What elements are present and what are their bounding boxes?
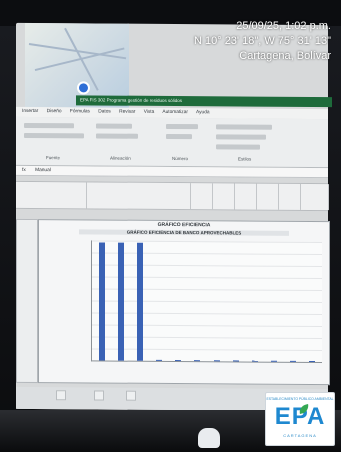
chart-bar[interactable] bbox=[290, 360, 297, 362]
chart-bar[interactable] bbox=[136, 243, 143, 361]
excel-titlebar: EPA FIS 302 Programa gestión de residuos… bbox=[76, 95, 332, 108]
sheet-tab[interactable] bbox=[126, 390, 136, 401]
sheet-tab[interactable] bbox=[94, 390, 104, 401]
tab-formulas[interactable]: Fórmulas bbox=[70, 109, 90, 114]
formula-bar[interactable]: fx Manual bbox=[16, 165, 328, 179]
conditional-format-button[interactable] bbox=[216, 124, 272, 130]
location-text: Cartagena, Bolívar bbox=[239, 50, 331, 62]
hand bbox=[198, 428, 220, 448]
formula-content: Manual bbox=[35, 168, 51, 174]
gridline bbox=[92, 264, 322, 268]
chart-bar[interactable] bbox=[98, 242, 105, 361]
tab-automate[interactable]: Automatizar bbox=[162, 110, 188, 115]
function-icon: fx bbox=[22, 167, 26, 173]
sheet-tab[interactable] bbox=[56, 390, 66, 401]
group-styles-label: Estilos bbox=[238, 156, 252, 162]
logo-bottom-text: CARTAGENA bbox=[283, 433, 317, 438]
location-pin-icon bbox=[77, 81, 90, 95]
chart-title: GRÁFICO EFICIENCIA bbox=[157, 221, 211, 229]
gridline bbox=[92, 276, 322, 280]
chart-bar[interactable] bbox=[251, 360, 258, 362]
gridline bbox=[92, 336, 322, 340]
chart-bar[interactable] bbox=[213, 360, 220, 362]
ribbon: Fuente Alineación Número Estilos bbox=[16, 116, 328, 169]
number-format-box[interactable] bbox=[166, 123, 198, 130]
chart-bar[interactable] bbox=[309, 360, 316, 363]
tab-help[interactable]: Ayuda bbox=[196, 110, 210, 115]
header-cell bbox=[300, 183, 329, 211]
plot-area bbox=[91, 240, 322, 364]
monitor-screen: EPA FIS 302 Programa gestión de residuos… bbox=[16, 22, 332, 412]
header-row bbox=[16, 180, 329, 212]
chart-bar[interactable] bbox=[271, 360, 278, 362]
group-number-label: Número bbox=[172, 156, 189, 162]
gridline bbox=[92, 300, 322, 304]
gridline bbox=[92, 348, 322, 352]
align-buttons[interactable] bbox=[96, 123, 132, 129]
group-font-label: Fuente bbox=[46, 155, 61, 161]
header-cell bbox=[256, 183, 279, 210]
align-buttons[interactable] bbox=[96, 133, 138, 139]
tab-data[interactable]: Datos bbox=[98, 109, 111, 114]
gridline bbox=[92, 324, 322, 328]
header-cell bbox=[212, 183, 235, 210]
chart-panel[interactable]: GRÁFICO EFICIENCIA GRÁFICO EFICIENCIA DE… bbox=[38, 219, 330, 386]
gridline bbox=[92, 312, 322, 316]
left-data-column bbox=[16, 218, 38, 384]
tab-design[interactable]: Diseño bbox=[47, 109, 62, 114]
logo-top-text: ESTABLECIMIENTO PÚBLICO AMBIENTAL bbox=[266, 397, 334, 401]
header-cell bbox=[278, 183, 301, 210]
tab-review[interactable]: Revisar bbox=[119, 110, 135, 115]
header-cell bbox=[16, 181, 87, 209]
cell-styles-button[interactable] bbox=[216, 144, 260, 150]
number-buttons[interactable] bbox=[166, 133, 192, 140]
timestamp-text: 25/09/25, 1:02 p.m. bbox=[236, 20, 331, 32]
format-table-button[interactable] bbox=[216, 134, 266, 140]
format-buttons[interactable] bbox=[24, 132, 84, 139]
chart-subtitle: GRÁFICO EFICIENCIA DE BANCO APROVECHABLE… bbox=[79, 229, 289, 236]
header-cell bbox=[234, 183, 257, 210]
chart-bar[interactable] bbox=[117, 243, 124, 361]
gridline bbox=[92, 240, 322, 244]
gridline bbox=[92, 252, 322, 256]
chart-bar[interactable] bbox=[175, 360, 182, 362]
photo: EPA FIS 302 Programa gestión de residuos… bbox=[0, 0, 341, 452]
group-alignment-label: Alineación bbox=[110, 155, 131, 161]
tab-view[interactable]: Vista bbox=[144, 110, 155, 115]
header-cell bbox=[86, 182, 191, 210]
chart-bar[interactable] bbox=[194, 360, 201, 362]
epa-logo: ESTABLECIMIENTO PÚBLICO AMBIENTAL EPA CA… bbox=[265, 392, 335, 446]
gridline bbox=[92, 288, 322, 292]
tab-insert[interactable]: Insertar bbox=[22, 109, 38, 114]
chart-bar[interactable] bbox=[232, 360, 239, 362]
coordinates-text: N 10° 23' 18", W 75° 31' 13" bbox=[194, 35, 331, 47]
chart-bar[interactable] bbox=[156, 359, 163, 361]
header-cell bbox=[190, 183, 213, 210]
font-box[interactable] bbox=[24, 122, 74, 129]
